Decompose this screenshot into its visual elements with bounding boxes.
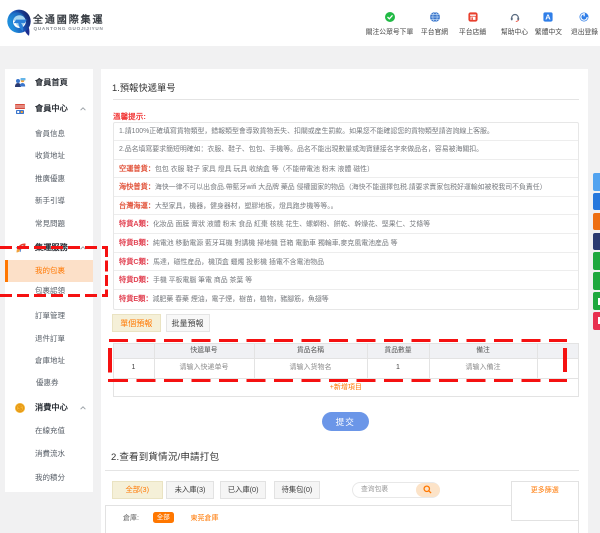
- svg-text:$: $: [18, 405, 22, 412]
- svg-text:A: A: [545, 12, 551, 21]
